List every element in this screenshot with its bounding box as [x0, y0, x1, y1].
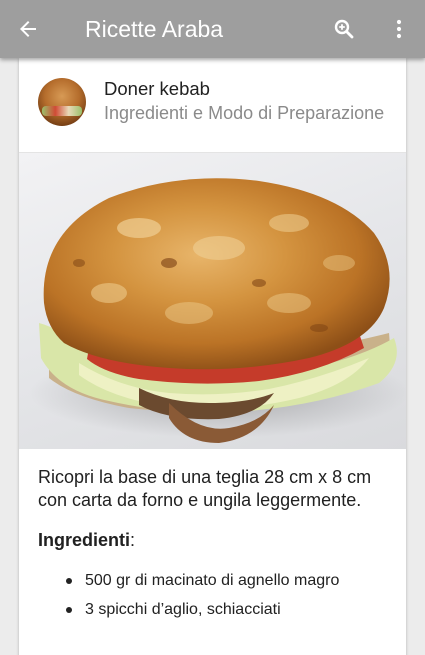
recipe-card: Doner kebab Ingredienti e Modo di Prepar… — [19, 58, 406, 655]
zoom-in-icon — [334, 19, 354, 39]
bullet-icon — [66, 607, 72, 613]
arrow-back-icon — [20, 21, 36, 37]
more-options-button[interactable] — [373, 0, 425, 58]
ingredient-text: 3 spicchi d’aglio, schiacciati — [85, 601, 281, 618]
zoom-button[interactable] — [315, 0, 373, 58]
app-bar: Ricette Araba — [0, 0, 425, 58]
ingredients-heading-colon: : — [130, 530, 136, 550]
doner-kebab-image — [29, 178, 406, 443]
ingredients-heading-label: Ingredienti — [38, 530, 131, 550]
more-vertical-icon — [396, 19, 402, 39]
ingredients-heading: Ingredienti: — [38, 530, 383, 551]
ingredient-text: 500 gr di macinato di agnello magro — [85, 572, 340, 589]
bullet-icon — [66, 578, 72, 584]
recipe-content: Ricopri la base di una teglia 28 cm x 8 … — [38, 466, 383, 629]
recipe-photo — [19, 153, 406, 449]
recipe-description: Ricopri la base di una teglia 28 cm x 8 … — [38, 467, 372, 510]
back-button[interactable] — [0, 0, 56, 58]
list-item: 3 spicchi d’aglio, schiacciati — [38, 600, 383, 629]
app-title: Ricette Araba — [85, 15, 224, 42]
list-item: 500 gr di macinato di agnello magro — [38, 571, 383, 600]
recipe-subtitle: Ingredienti e Modo di Preparazione — [104, 103, 385, 123]
recipe-title: Doner kebab — [104, 78, 210, 99]
recipe-thumbnail — [38, 78, 86, 126]
recipe-header[interactable]: Doner kebab Ingredienti e Modo di Prepar… — [19, 58, 406, 153]
ingredients-list: 500 gr di macinato di agnello magro 3 sp… — [38, 571, 383, 629]
